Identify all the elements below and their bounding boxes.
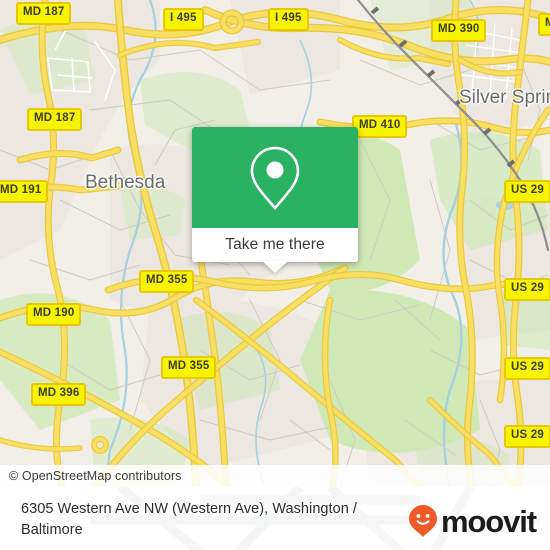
osm-attribution-text: © OpenStreetMap contributors	[9, 469, 182, 483]
card-pointer-tail	[262, 261, 288, 273]
highway-shield: MD 390	[431, 19, 487, 42]
address-text: 6305 Western Ave NW (Western Ave), Washi…	[21, 501, 358, 539]
highway-shield: MD 190	[26, 303, 82, 326]
highway-shield: MD 396	[31, 383, 87, 406]
map-pin-icon	[250, 146, 300, 210]
card-action-area[interactable]: Take me there	[192, 228, 358, 262]
highway-shield-partial: MD	[538, 13, 550, 36]
highway-shield: MD 187	[16, 2, 72, 25]
moovit-brand: moovit	[408, 503, 537, 539]
highway-shield: MD 191	[0, 180, 49, 203]
highway-shield: US 29	[504, 180, 550, 203]
moovit-wordmark: moovit	[440, 503, 537, 539]
highway-shield: I 495	[163, 8, 204, 31]
highway-shield: US 29	[504, 357, 550, 380]
moovit-smiley-pin-icon	[408, 505, 437, 537]
highway-shield: MD 187	[27, 108, 83, 131]
highway-shield: I 495	[268, 8, 309, 31]
highway-shield: US 29	[504, 425, 550, 448]
moovit-map-screenshot: .wat{fill:none;stroke:#a5d0e0;} .grn{fil…	[0, 0, 550, 550]
map-attribution-bar: © OpenStreetMap contributors	[0, 465, 550, 487]
highway-shield: MD 410	[352, 115, 408, 138]
location-callout-card[interactable]: Take me there	[192, 127, 358, 262]
take-me-there-label: Take me there	[225, 236, 325, 253]
highway-shield: MD 355	[161, 356, 217, 379]
highway-shield: US 29	[504, 278, 550, 301]
map-canvas[interactable]: .wat{fill:none;stroke:#a5d0e0;} .grn{fil…	[0, 0, 550, 487]
highway-shield: MD 355	[139, 270, 195, 293]
footer-bar: 6305 Western Ave NW (Western Ave), Washi…	[0, 487, 550, 550]
card-pin-area	[192, 127, 358, 228]
